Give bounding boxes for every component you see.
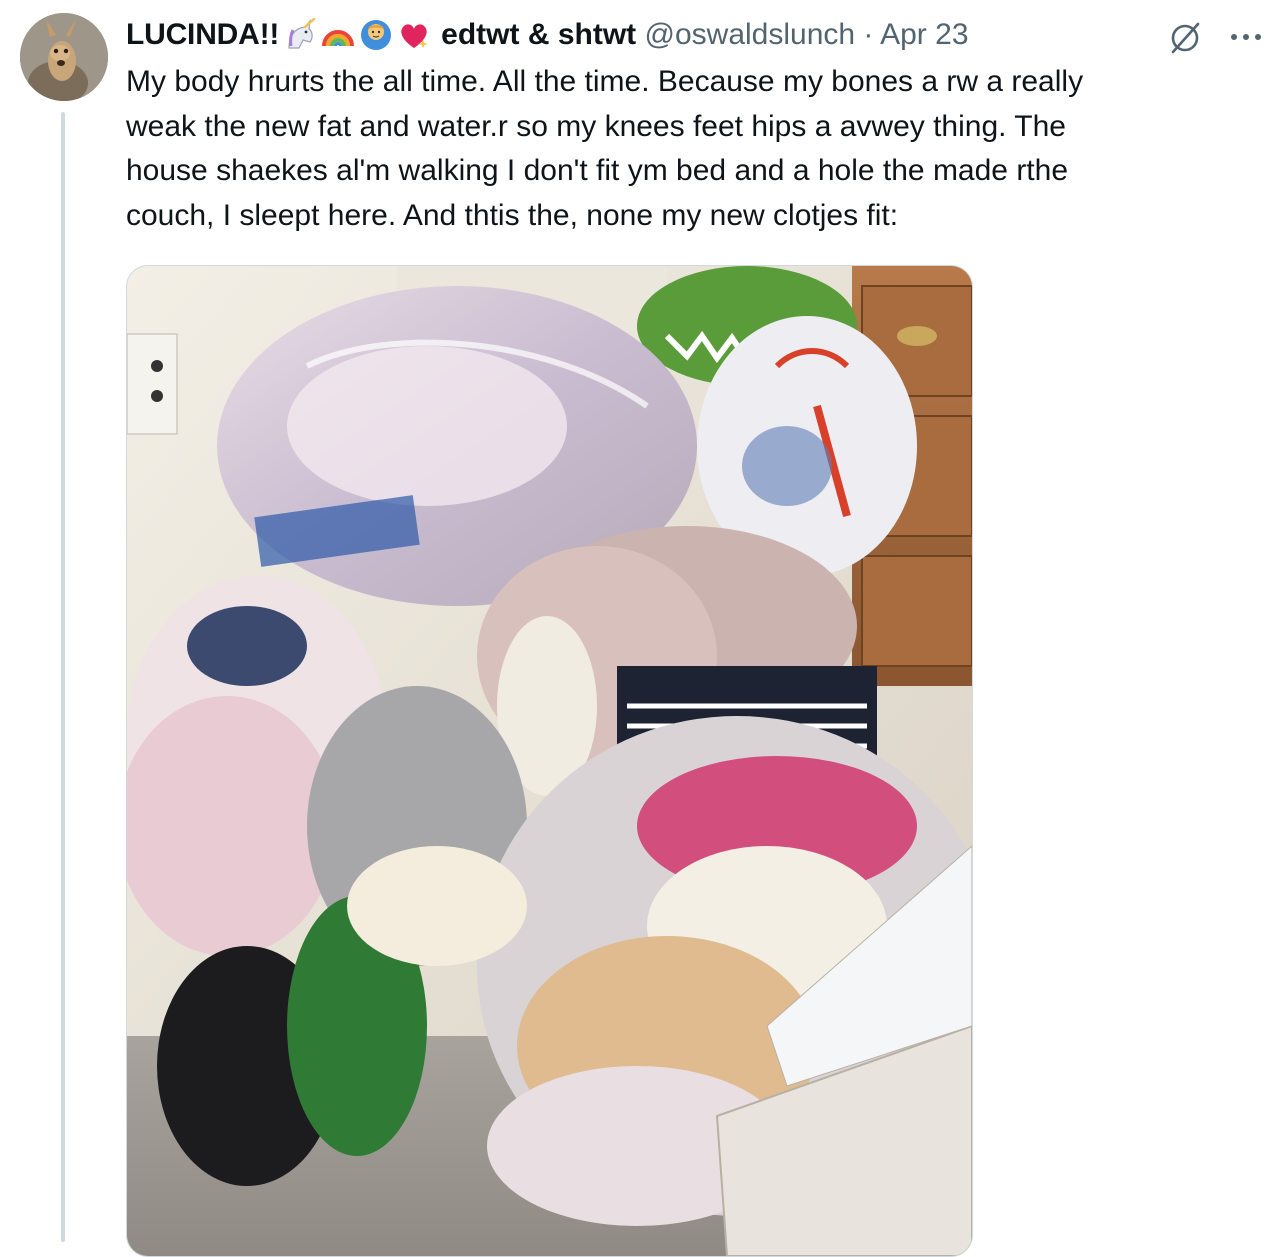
tweet-text-line: couch, I sleept here. And thtis the, non… [126,198,899,232]
tweet-header: LUCINDA!! edtwt & shtwt @oswaldslunch · … [126,12,1186,58]
unicorn-icon [283,18,317,52]
more-icon[interactable] [1226,22,1266,52]
tweet-text: My body hrurts the all time. All the tim… [126,60,1246,238]
tweet-date[interactable]: Apr 23 [880,18,968,51]
author-meta: edtwt & shtwt @oswaldslunch · Apr 23 [441,18,968,52]
tweet-photo[interactable] [126,265,973,1257]
rainbow-icon [321,18,355,52]
separator: · [863,18,874,51]
display-name[interactable]: LUCINDA!! [126,18,279,52]
bio-tag: edtwt & shtwt [441,18,637,51]
grok-icon[interactable] [1165,18,1205,58]
person-icon [359,18,393,52]
tweet-text-line: My body hrurts the all time. All the tim… [126,65,1084,98]
author-handle[interactable]: @oswaldslunch [645,18,856,51]
sparkling-heart-icon [397,18,431,52]
tweet[interactable]: LUCINDA!! edtwt & shtwt @oswaldslunch · … [0,0,1284,1257]
tweet-text-line: weak the new fat and water.r so my knees… [126,109,1066,143]
tweet-text-line: house shaekes al'm walking I don't fit y… [126,154,1069,187]
thread-line [61,112,65,1242]
avatar[interactable] [20,13,108,101]
